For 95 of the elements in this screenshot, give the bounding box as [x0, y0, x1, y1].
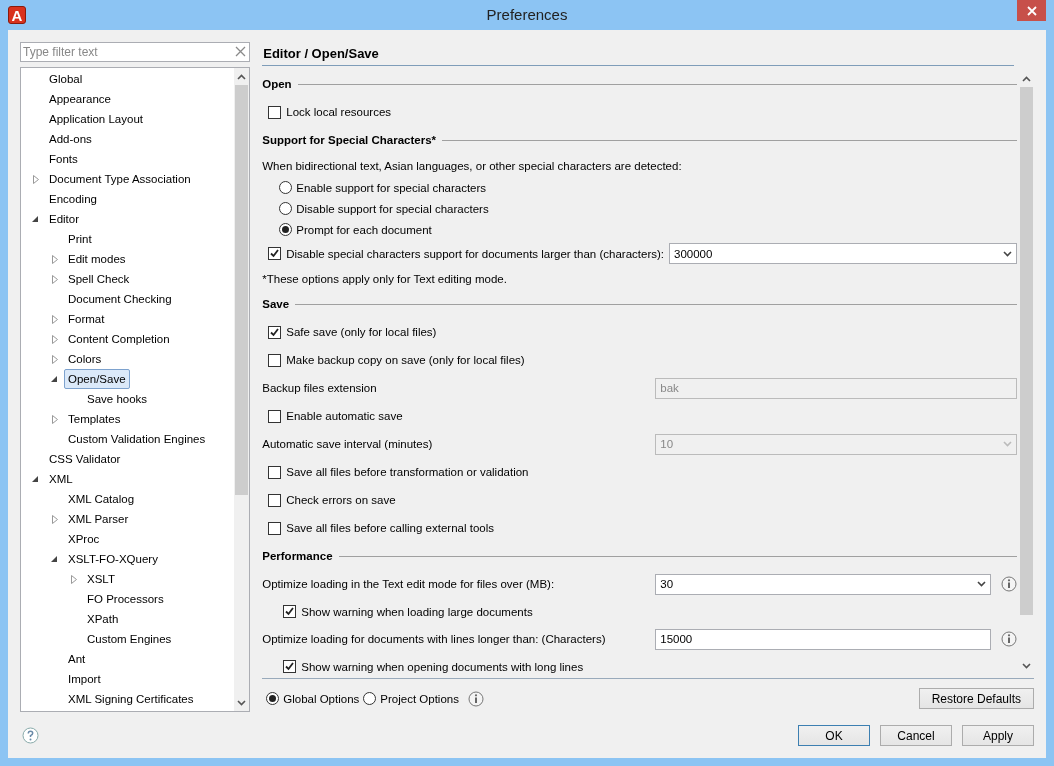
- tree-item[interactable]: Ant: [64, 649, 90, 669]
- info-icon: [467, 690, 484, 707]
- restore-defaults-button[interactable]: Restore Defaults: [918, 688, 1034, 709]
- tree-item[interactable]: Edit modes: [64, 249, 130, 269]
- option-label: Prompt for each document: [296, 223, 432, 236]
- field-label: Optimize loading for documents with lines longer than: (Characters): [262, 633, 607, 645]
- field-label: Automatic save interval (minutes): [262, 438, 434, 450]
- tree-item[interactable]: XSLT: [83, 569, 119, 589]
- section-heading: Save: [262, 298, 290, 310]
- description-text: *These options apply only for Text editing mode.: [262, 272, 507, 285]
- tree-item[interactable]: Open/Save: [64, 369, 130, 389]
- checkbox[interactable]: [268, 521, 282, 535]
- tree-item[interactable]: XML Catalog: [64, 489, 139, 509]
- tree-item[interactable]: XPath: [83, 609, 123, 629]
- tree-item[interactable]: Spell Check: [64, 269, 134, 289]
- page-title: Editor / Open/Save: [262, 42, 1014, 66]
- tree-item[interactable]: XSLT-FO-XQuery: [64, 549, 162, 569]
- section-heading: Support for Special Characters*: [262, 134, 437, 146]
- checkbox[interactable]: [268, 465, 282, 479]
- option-label: Show warning when opening documents with long lines: [301, 660, 584, 673]
- tree-item[interactable]: Encoding: [45, 189, 101, 209]
- checkbox[interactable]: [268, 247, 282, 260]
- option-label: Safe save (only for local files): [286, 326, 437, 338]
- tree-item[interactable]: Save hooks: [83, 389, 152, 409]
- tree-item[interactable]: Custom Validation Engines: [64, 429, 210, 449]
- close-icon: [1026, 5, 1037, 16]
- tree-item[interactable]: Fonts: [45, 149, 82, 169]
- close-button[interactable]: [1017, 0, 1046, 21]
- radio-button[interactable]: [279, 202, 293, 215]
- tree-item[interactable]: XProc: [64, 529, 104, 549]
- scroll-down-icon: [1022, 662, 1031, 669]
- option-label: Check errors on save: [286, 494, 396, 506]
- tree-item[interactable]: Format: [64, 309, 109, 329]
- tree-item[interactable]: Print: [64, 229, 96, 249]
- clear-icon: [235, 46, 247, 57]
- tree-item[interactable]: Add-ons: [45, 129, 96, 149]
- tree-item[interactable]: Import: [64, 669, 105, 689]
- tree-item[interactable]: Colors: [64, 349, 106, 369]
- caret-icon: [1003, 250, 1012, 257]
- checkbox[interactable]: [268, 325, 282, 339]
- option-label: Enable automatic save: [286, 410, 403, 422]
- radio-button[interactable]: [363, 692, 377, 705]
- option-label: Show warning when loading large documents: [301, 605, 533, 618]
- checkbox[interactable]: [268, 409, 282, 423]
- radio-button[interactable]: [266, 692, 280, 705]
- section-heading: Open: [262, 78, 292, 90]
- option-label: Save all files before calling external tools: [286, 522, 494, 534]
- dialog-button[interactable]: Cancel: [880, 725, 952, 746]
- checkbox[interactable]: [268, 105, 282, 119]
- help-icon: [22, 727, 39, 744]
- option-label: Project Options: [380, 692, 459, 705]
- app-logo: A: [8, 6, 26, 24]
- tree-item[interactable]: Global: [45, 69, 87, 89]
- tree-item[interactable]: XML Signing Certificates: [64, 689, 198, 709]
- tree-item[interactable]: Templates: [64, 409, 125, 429]
- scroll-down-icon: [237, 699, 247, 706]
- tree-item[interactable]: Content Completion: [64, 329, 174, 349]
- scroll-up-icon: [1022, 75, 1031, 82]
- option-label: Enable support for special characters: [296, 181, 487, 194]
- option-label: Disable support for special characters: [296, 202, 489, 215]
- option-label: Disable special characters support for documents larger than (characters):: [286, 247, 664, 260]
- tree-item[interactable]: Document Type Association: [45, 169, 195, 189]
- tree-item[interactable]: Appearance: [45, 89, 116, 109]
- dialog-button[interactable]: Apply: [962, 725, 1034, 746]
- dropdown[interactable]: 30: [655, 573, 991, 595]
- option-label: Make backup copy on save (only for local files): [286, 354, 525, 366]
- caret-icon: [1003, 441, 1012, 447]
- field-label: Optimize loading in the Text edit mode for files over (MB):: [262, 578, 556, 590]
- tree-item[interactable]: CSS Validator: [45, 449, 125, 469]
- checkbox[interactable]: [268, 493, 282, 507]
- tree-item[interactable]: Editor: [45, 209, 84, 229]
- window-title: Preferences: [486, 6, 568, 23]
- tree-item[interactable]: XML: [45, 469, 77, 489]
- checkbox[interactable]: [283, 605, 297, 618]
- option-label: Global Options: [283, 692, 360, 705]
- section-heading: Performance: [262, 550, 333, 562]
- checkbox[interactable]: [268, 353, 282, 367]
- option-label: Lock local resources: [286, 106, 392, 118]
- tree-item[interactable]: XML Parser: [64, 509, 133, 529]
- option-label: Save all files before transformation or validation: [286, 466, 529, 478]
- tree-item[interactable]: Custom Engines: [83, 629, 176, 649]
- filter-field[interactable]: Type filter text: [20, 42, 251, 62]
- scroll-up-icon: [237, 73, 247, 80]
- dropdown[interactable]: 300000: [669, 243, 1017, 264]
- tree-item[interactable]: Document Checking: [64, 289, 176, 309]
- description-text: When bidirectional text, Asian languages, or other special characters are detected:: [262, 159, 682, 172]
- field-label: Backup files extension: [262, 382, 378, 394]
- tree-item[interactable]: FO Processors: [83, 589, 168, 609]
- radio-button[interactable]: [279, 223, 293, 236]
- caret-icon: [977, 581, 986, 587]
- tree-item[interactable]: Application Layout: [45, 109, 147, 129]
- dialog-button[interactable]: OK: [798, 725, 870, 746]
- radio-button[interactable]: [279, 181, 293, 194]
- input-field[interactable]: 15000: [655, 628, 991, 650]
- checkbox[interactable]: [283, 660, 297, 673]
